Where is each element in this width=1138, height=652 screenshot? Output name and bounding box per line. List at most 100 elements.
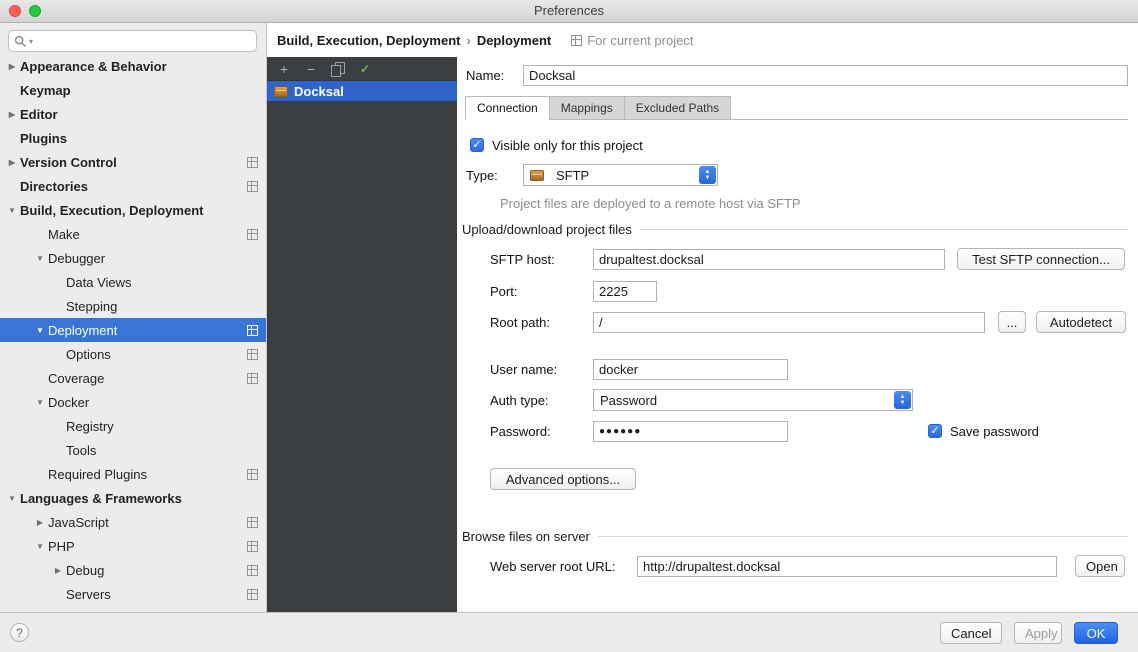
save-password-checkbox[interactable] <box>928 424 942 438</box>
browse-section-header: Browse files on server <box>462 529 1128 544</box>
close-button[interactable] <box>9 5 21 17</box>
browse-root-path-button[interactable]: ... <box>998 311 1026 333</box>
password-input[interactable] <box>593 421 788 442</box>
breadcrumb-parent[interactable]: Build, Execution, Deployment <box>277 33 460 48</box>
sidebar-item-label: Make <box>48 227 247 242</box>
user-name-label: User name: <box>490 359 557 380</box>
type-select[interactable]: SFTP ▲▼ <box>523 164 718 186</box>
sidebar-item-build-execution-deployment[interactable]: ▼Build, Execution, Deployment <box>0 198 266 222</box>
sidebar-item-label: Tools <box>66 443 260 458</box>
per-project-icon <box>571 35 582 46</box>
chevron-down-icon[interactable]: ▼ <box>32 254 48 263</box>
port-input[interactable] <box>593 281 657 302</box>
sidebar-item-debugger[interactable]: ▼Debugger <box>0 246 266 270</box>
scope-indicator: For current project <box>571 33 693 48</box>
auth-type-select[interactable]: Password ▲▼ <box>593 389 913 411</box>
sidebar-item-label: Data Views <box>66 275 260 290</box>
cancel-button[interactable]: Cancel <box>940 622 1002 644</box>
chevron-right-icon[interactable]: ▶ <box>50 566 66 575</box>
autodetect-button[interactable]: Autodetect <box>1036 311 1126 333</box>
ok-button[interactable]: OK <box>1074 622 1118 644</box>
sidebar-item-deployment[interactable]: ▼Deployment <box>0 318 266 342</box>
sidebar-item-servers[interactable]: Servers <box>0 582 266 606</box>
sidebar-item-tools[interactable]: Tools <box>0 438 266 462</box>
settings-sidebar: ▾ ▶Appearance & BehaviorKeymap▶EditorPlu… <box>0 23 267 612</box>
sidebar-item-keymap[interactable]: Keymap <box>0 78 266 102</box>
sidebar-item-editor[interactable]: ▶Editor <box>0 102 266 126</box>
password-label: Password: <box>490 421 551 442</box>
server-list-item-docksal[interactable]: Docksal <box>267 81 457 101</box>
chevron-right-icon[interactable]: ▶ <box>4 158 20 167</box>
sidebar-item-label: Build, Execution, Deployment <box>20 203 260 218</box>
sidebar-item-stepping[interactable]: Stepping <box>0 294 266 318</box>
sidebar-item-label: Directories <box>20 179 247 194</box>
sidebar-item-directories[interactable]: Directories <box>0 174 266 198</box>
sidebar-item-debug[interactable]: ▶Debug <box>0 558 266 582</box>
tabs: ConnectionMappingsExcluded Paths <box>465 96 731 120</box>
sidebar-item-registry[interactable]: Registry <box>0 414 266 438</box>
search-scope-chevron-icon: ▾ <box>29 37 33 46</box>
sidebar-item-label: Required Plugins <box>48 467 247 482</box>
sidebar-item-options[interactable]: Options <box>0 342 266 366</box>
sidebar-item-php[interactable]: ▼PHP <box>0 534 266 558</box>
root-path-input[interactable] <box>593 312 985 333</box>
search-input[interactable] <box>35 33 251 49</box>
per-project-icon <box>247 157 258 168</box>
sidebar-item-label: Registry <box>66 419 260 434</box>
chevron-down-icon[interactable]: ▼ <box>32 398 48 407</box>
save-password-label: Save password <box>950 424 1039 439</box>
chevron-down-icon[interactable]: ▼ <box>4 206 20 215</box>
port-label: Port: <box>490 281 517 302</box>
chevron-down-icon[interactable]: ▼ <box>4 494 20 503</box>
sidebar-item-label: Debug <box>66 563 247 578</box>
sidebar-item-version-control[interactable]: ▶Version Control <box>0 150 266 174</box>
tab-excluded-paths[interactable]: Excluded Paths <box>624 96 731 120</box>
sidebar-item-label: Options <box>66 347 247 362</box>
advanced-options-button[interactable]: Advanced options... <box>490 468 636 490</box>
tab-mappings[interactable]: Mappings <box>549 96 625 120</box>
zoom-button[interactable] <box>29 5 41 17</box>
tab-connection[interactable]: Connection <box>465 96 550 120</box>
breadcrumb: Build, Execution, Deployment › Deploymen… <box>267 23 1138 57</box>
sidebar-item-plugins[interactable]: Plugins <box>0 126 266 150</box>
copy-icon[interactable] <box>331 62 345 76</box>
browse-section-title: Browse files on server <box>462 529 590 544</box>
use-as-default-icon[interactable]: ✓ <box>358 62 372 76</box>
name-input[interactable] <box>523 65 1128 86</box>
web-root-input[interactable] <box>637 556 1057 577</box>
sidebar-item-coverage[interactable]: Coverage <box>0 366 266 390</box>
settings-search-box[interactable]: ▾ <box>8 30 257 52</box>
breadcrumb-current: Deployment <box>477 33 551 48</box>
sidebar-item-appearance-behavior[interactable]: ▶Appearance & Behavior <box>0 54 266 78</box>
sftp-host-input[interactable] <box>593 249 945 270</box>
chevron-down-icon[interactable]: ▼ <box>32 326 48 335</box>
chevron-down-icon[interactable]: ▼ <box>32 542 48 551</box>
chevron-right-icon[interactable]: ▶ <box>4 110 20 119</box>
chevron-right-icon[interactable]: ▶ <box>32 518 48 527</box>
section-divider <box>598 536 1128 537</box>
sidebar-item-docker[interactable]: ▼Docker <box>0 390 266 414</box>
titlebar[interactable]: Preferences <box>0 0 1138 23</box>
sidebar-item-label: Editor <box>20 107 260 122</box>
per-project-icon <box>247 325 258 336</box>
help-button[interactable]: ? <box>10 623 29 642</box>
user-name-input[interactable] <box>593 359 788 380</box>
apply-button[interactable]: Apply <box>1014 622 1062 644</box>
chevron-right-icon[interactable]: ▶ <box>4 62 20 71</box>
sidebar-item-javascript[interactable]: ▶JavaScript <box>0 510 266 534</box>
open-button[interactable]: Open <box>1075 555 1125 577</box>
remove-icon[interactable]: − <box>304 62 318 76</box>
root-path-label: Root path: <box>490 312 550 333</box>
sftp-server-icon <box>274 86 288 97</box>
sidebar-item-make[interactable]: Make <box>0 222 266 246</box>
sidebar-item-data-views[interactable]: Data Views <box>0 270 266 294</box>
sidebar-item-label: Coverage <box>48 371 247 386</box>
per-project-icon <box>247 373 258 384</box>
add-icon[interactable]: + <box>277 62 291 76</box>
sidebar-item-languages-frameworks[interactable]: ▼Languages & Frameworks <box>0 486 266 510</box>
test-sftp-connection-button[interactable]: Test SFTP connection... <box>957 248 1125 270</box>
type-value: SFTP <box>556 168 589 183</box>
window-title: Preferences <box>0 0 1138 22</box>
sidebar-item-required-plugins[interactable]: Required Plugins <box>0 462 266 486</box>
visible-only-checkbox[interactable] <box>470 138 484 152</box>
